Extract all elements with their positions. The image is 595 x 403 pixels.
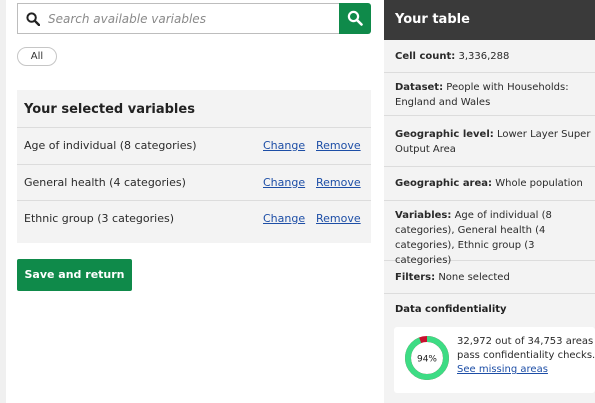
cell-count-label: Cell count: [395,51,456,62]
data-confidentiality-title: Data confidentiality [395,304,507,315]
remove-link[interactable]: Remove [316,212,361,225]
filters-section: Filters: None selected [384,261,595,294]
geographic-area-value: Whole population [495,178,583,189]
filters-label: Filters: [395,272,436,283]
change-link[interactable]: Change [263,176,305,189]
geographic-level-label: Geographic level: [395,129,494,140]
confidentiality-card: 94% 32,972 out of 34,753 areas pass conf… [394,327,595,393]
search-field[interactable] [17,3,339,34]
remove-link[interactable]: Remove [316,139,361,152]
your-table-header: Your table [384,0,595,40]
variable-name: Ethnic group (3 categories) [24,212,174,225]
your-table-title: Your table [395,12,470,27]
remove-link[interactable]: Remove [316,176,361,189]
selected-variables-panel: Your selected variables Age of individua… [17,90,371,243]
page-edge [0,0,6,403]
search-icon [347,10,363,26]
see-missing-areas-link[interactable]: See missing areas [457,364,548,375]
dataset-section: Dataset: People with Households: England… [384,73,595,116]
filters-value: None selected [438,272,510,283]
search-icon [26,12,40,26]
cell-count-section: Cell count: 3,336,288 [384,40,595,73]
confidentiality-donut: 94% [405,336,449,380]
variable-name: Age of individual (8 categories) [24,139,197,152]
selected-variable-row: Ethnic group (3 categories) Change Remov… [17,200,371,236]
cell-count-value: 3,336,288 [458,51,510,62]
geographic-level-section: Geographic level: Lower Layer Super Outp… [384,116,595,167]
confidentiality-summary: 32,972 out of 34,753 areas pass confiden… [457,335,595,377]
your-table-panel: Your table Cell count: 3,336,288 Dataset… [384,0,595,403]
geographic-area-section: Geographic area: Whole population [384,167,595,201]
dataset-label: Dataset: [395,82,444,93]
geographic-area-label: Geographic area: [395,178,493,189]
filter-chip-all[interactable]: All [17,47,57,66]
change-link[interactable]: Change [263,212,305,225]
search-button[interactable] [339,3,371,34]
search-input[interactable] [48,8,333,30]
save-and-return-button[interactable]: Save and return [17,259,132,291]
variables-section: Variables: Age of individual (8 categori… [384,201,595,266]
variables-label: Variables: [395,210,452,221]
selected-variable-row: General health (4 categories) Change Rem… [17,164,371,200]
confidentiality-summary-text: 32,972 out of 34,753 areas pass confiden… [457,336,595,361]
change-link[interactable]: Change [263,139,305,152]
selected-variable-row: Age of individual (8 categories) Change … [17,127,371,163]
variable-name: General health (4 categories) [24,176,186,189]
donut-percent-label: 94% [417,355,437,365]
selected-variables-title: Your selected variables [24,102,195,117]
